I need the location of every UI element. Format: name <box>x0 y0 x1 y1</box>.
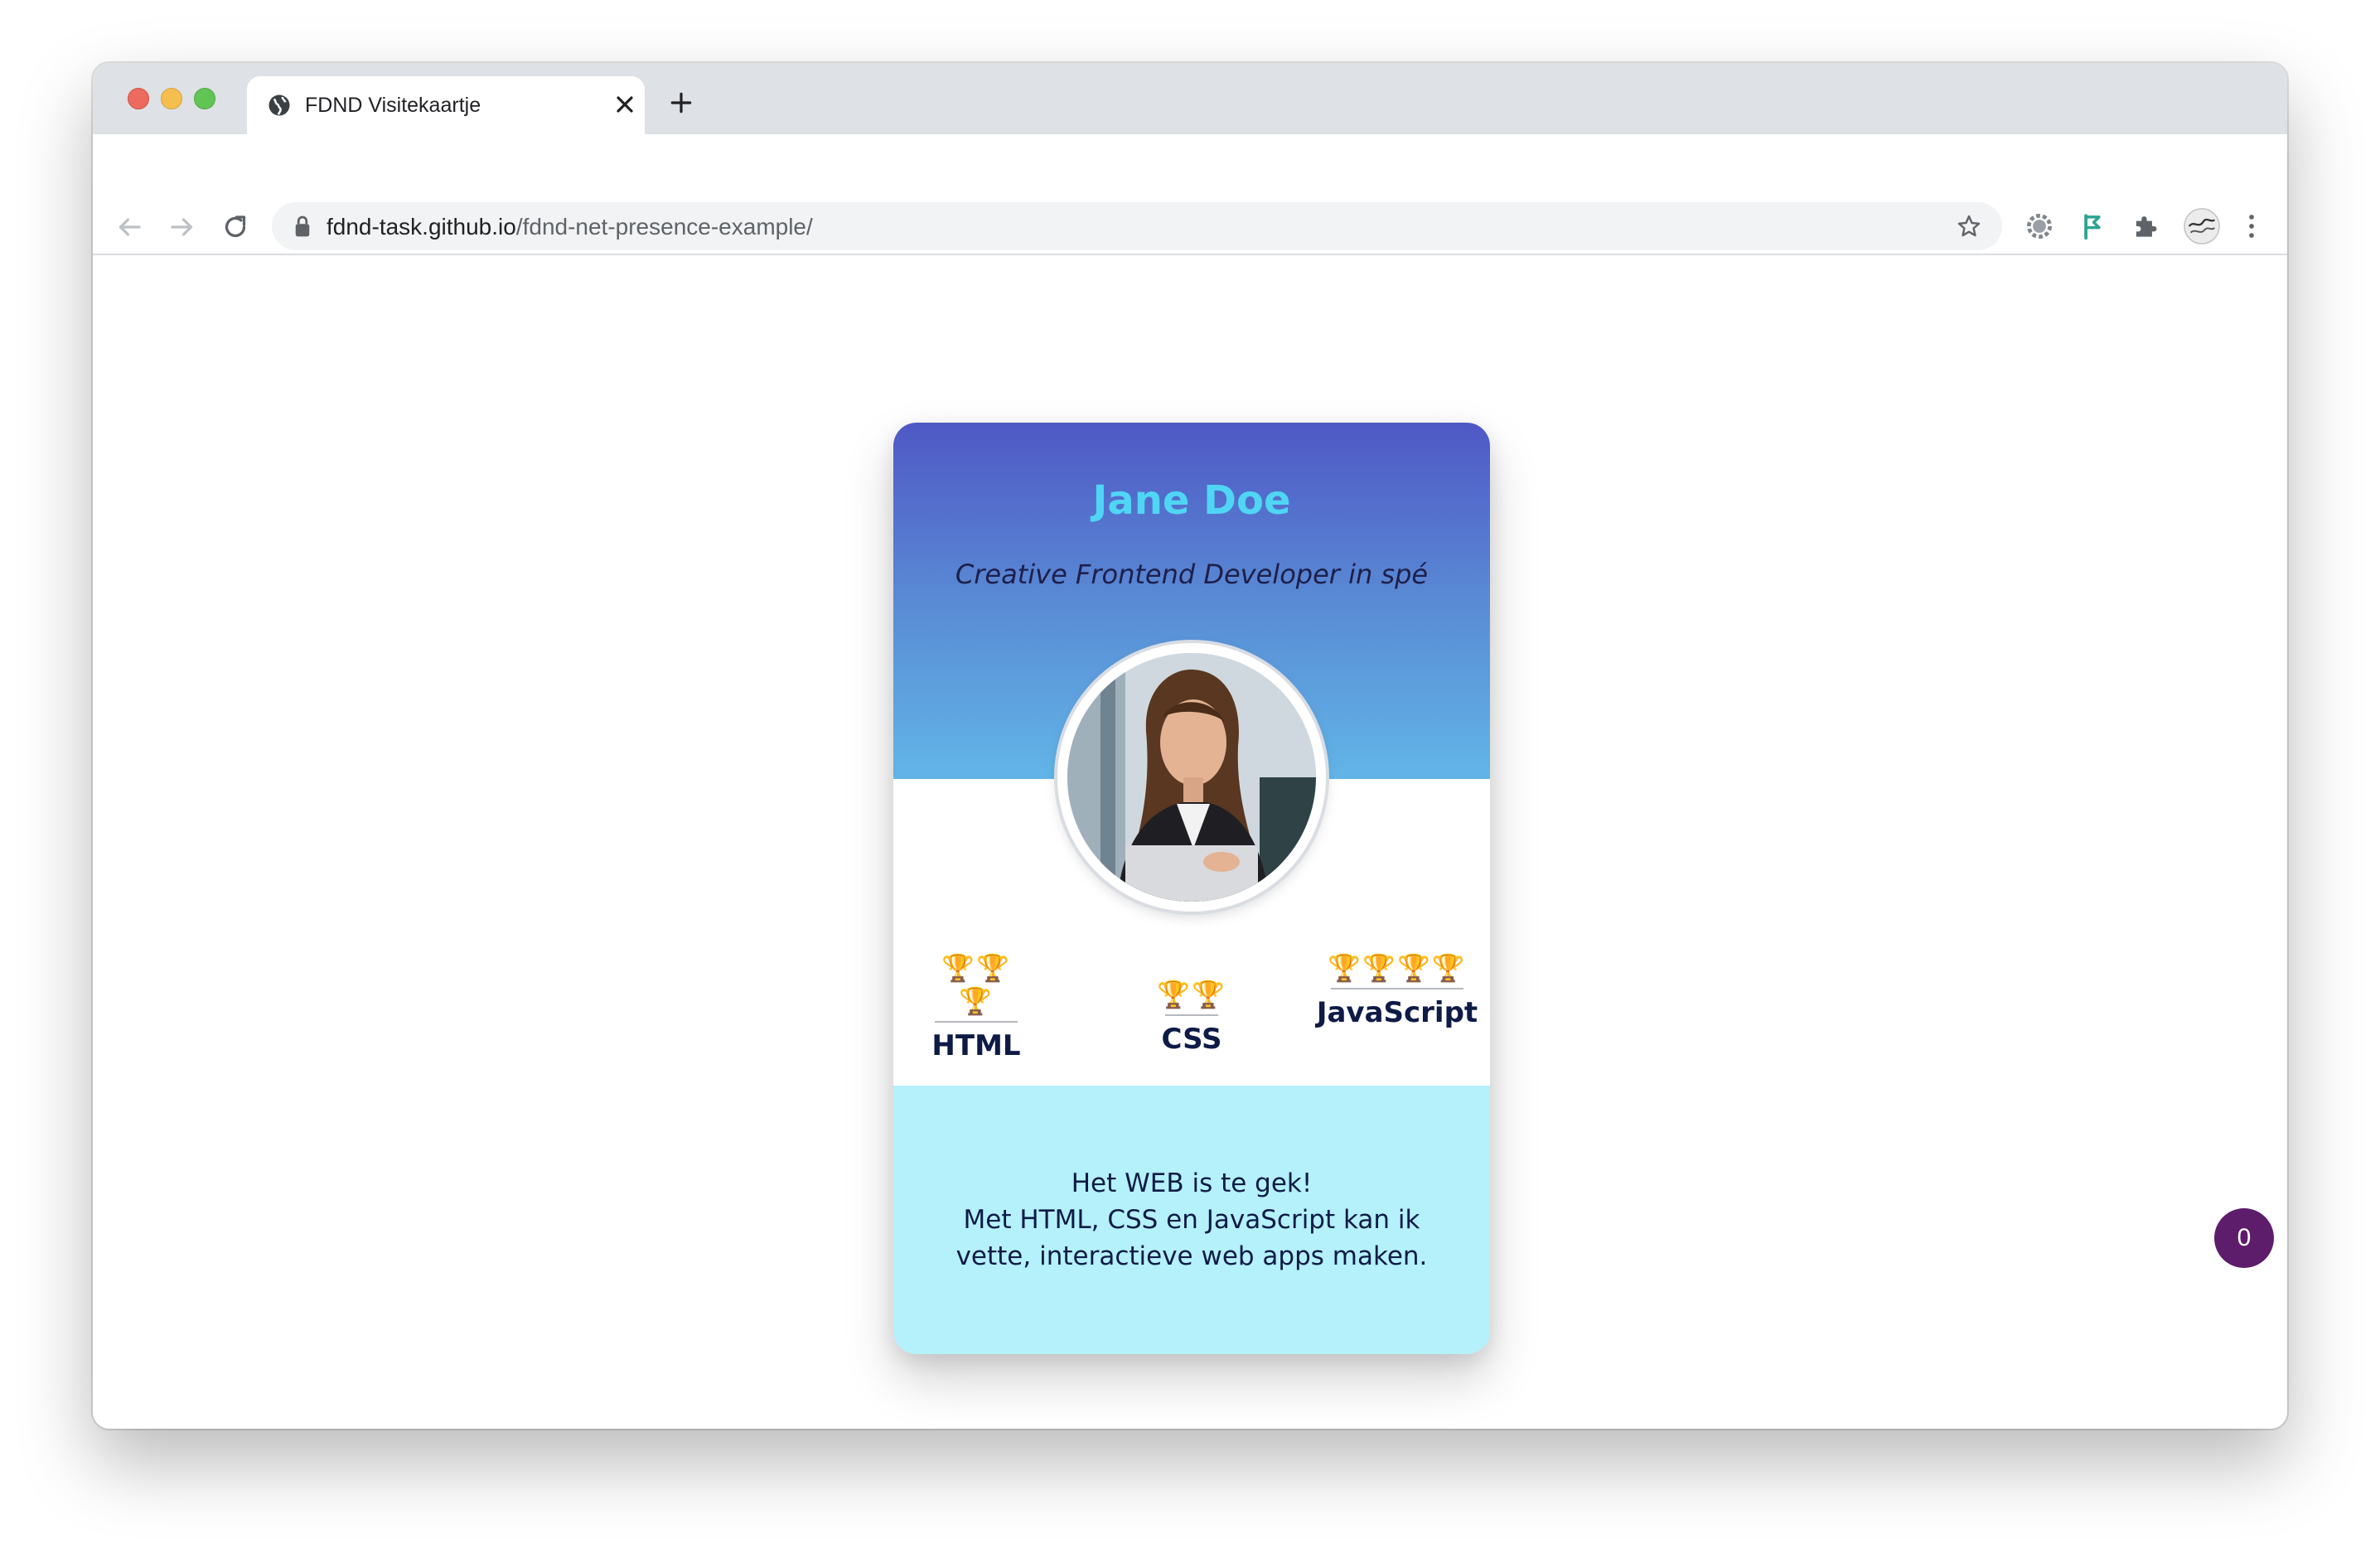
skill-html: 🏆🏆🏆 HTML <box>926 951 1026 1064</box>
skill-label: JavaScript <box>1316 996 1478 1029</box>
skill-divider <box>935 1021 1018 1023</box>
flag-extension-icon[interactable] <box>2077 210 2108 242</box>
tab-strip: FDND Visitekaartje <box>93 63 2287 134</box>
skill-label: HTML <box>931 1029 1021 1062</box>
card-name: Jane Doe <box>1092 477 1291 524</box>
globe-icon <box>268 94 290 116</box>
browser-toolbar: fdnd-task.github.io/fdnd-net-presence-ex… <box>93 134 2287 255</box>
plus-icon[interactable] <box>668 90 694 116</box>
skill-divider <box>1331 988 1463 989</box>
star-icon[interactable] <box>1956 213 1982 239</box>
avatar <box>1057 643 1326 912</box>
profile-photo <box>1067 653 1316 902</box>
arrow-left-icon[interactable] <box>114 212 144 242</box>
puzzle-icon[interactable] <box>2130 210 2161 242</box>
close-window-button[interactable] <box>128 88 149 109</box>
skill-label: CSS <box>1161 1023 1222 1056</box>
skill-css: 🏆🏆 CSS <box>1142 978 1241 1057</box>
profile-photo-drawing <box>1067 653 1316 902</box>
url-path: /fdnd-net-presence-example/ <box>515 214 813 239</box>
skill-javascript: 🏆🏆🏆🏆 JavaScript <box>1314 951 1480 1031</box>
url-host: fdnd-task.github.io <box>327 214 516 239</box>
counter-badge[interactable]: 0 <box>2214 1208 2274 1268</box>
reload-icon[interactable] <box>220 212 250 242</box>
lock-icon <box>295 215 310 237</box>
kebab-menu-icon[interactable] <box>2236 210 2267 242</box>
gear-extension-icon[interactable] <box>2024 210 2055 242</box>
maximize-window-button[interactable] <box>194 88 215 109</box>
trophy-icon: 🏆🏆🏆🏆 <box>1328 952 1467 984</box>
tab-title: FDND Visitekaartje <box>305 94 481 117</box>
avatar-icon[interactable] <box>2183 207 2221 245</box>
browser-window: FDND Visitekaartje fdnd-task.github.io/f… <box>93 63 2287 1429</box>
close-icon[interactable] <box>612 91 638 118</box>
address-bar[interactable]: fdnd-task.github.io/fdnd-net-presence-ex… <box>272 202 2002 250</box>
page-viewport: Jane Doe Creative Frontend Developer in … <box>93 255 2287 1429</box>
trophy-icon: 🏆🏆 <box>1157 979 1226 1010</box>
skill-divider <box>1165 1014 1218 1016</box>
bio-line: Het WEB is te gek! <box>1071 1168 1313 1198</box>
trophy-icon: 🏆🏆🏆 <box>941 952 1011 1017</box>
minimize-window-button[interactable] <box>161 88 182 109</box>
arrow-right-icon[interactable] <box>167 212 197 242</box>
business-card: Jane Doe Creative Frontend Developer in … <box>893 423 1490 1354</box>
card-role: Creative Frontend Developer in spé <box>955 559 1429 590</box>
url-text: fdnd-task.github.io/fdnd-net-presence-ex… <box>327 214 813 240</box>
bio-line: vette, interactieve web apps maken. <box>955 1241 1428 1271</box>
card-footer: Het WEB is te gek! Met HTML, CSS en Java… <box>893 1086 1490 1354</box>
card-bio: Het WEB is te gek! Met HTML, CSS en Java… <box>926 1165 1457 1275</box>
bio-line: Met HTML, CSS en JavaScript kan ik <box>963 1205 1420 1235</box>
tab-active[interactable]: FDND Visitekaartje <box>247 76 645 134</box>
